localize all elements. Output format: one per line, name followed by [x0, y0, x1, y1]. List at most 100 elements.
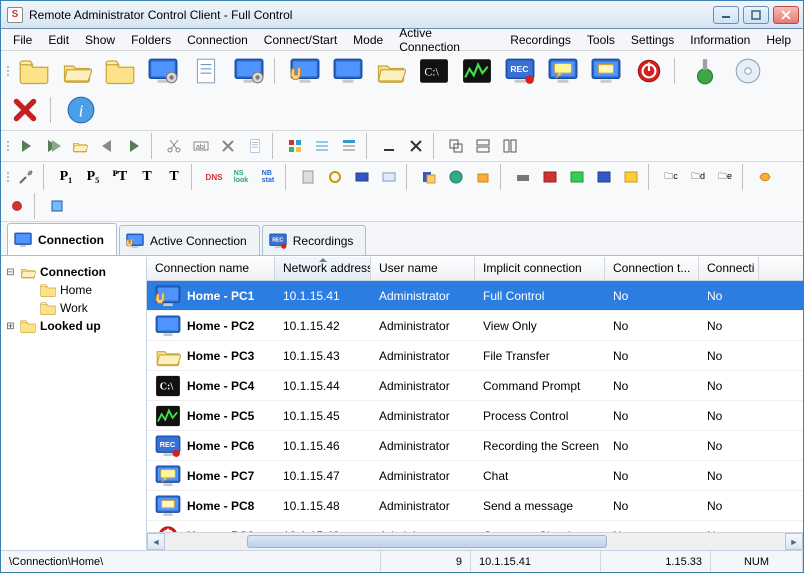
- prev-button[interactable]: [95, 134, 119, 158]
- col-header-connection-t-[interactable]: Connection t...: [605, 257, 699, 280]
- nbstat-button[interactable]: NBstat: [256, 165, 280, 189]
- process-control-button[interactable]: [457, 53, 497, 89]
- document-button[interactable]: [186, 53, 226, 89]
- table-row[interactable]: Home - PC310.1.15.43AdministratorFile Tr…: [147, 341, 803, 371]
- view-detail-button[interactable]: [337, 134, 361, 158]
- tab-active-connection[interactable]: Active Connection: [119, 225, 260, 255]
- tool-icon[interactable]: 🗀e: [713, 165, 737, 189]
- table-row[interactable]: Home - PC810.1.15.48AdministratorSend a …: [147, 491, 803, 521]
- tool-icon[interactable]: [592, 165, 616, 189]
- shutdown-button[interactable]: [629, 53, 669, 89]
- tool-icon[interactable]: [619, 165, 643, 189]
- col-header-implicit-connection[interactable]: Implicit connection: [475, 257, 605, 280]
- expander-icon[interactable]: ⊞: [5, 321, 16, 332]
- tab-connection[interactable]: Connection: [7, 223, 117, 255]
- tool-icon[interactable]: [471, 165, 495, 189]
- play-button[interactable]: [14, 134, 38, 158]
- menu-connection[interactable]: Connection: [179, 30, 256, 50]
- tool-icon[interactable]: [377, 165, 401, 189]
- file-transfer-button[interactable]: [371, 53, 411, 89]
- tree-node-work[interactable]: Work: [5, 299, 142, 317]
- p1-button[interactable]: P₁: [54, 165, 78, 189]
- tile-v-button[interactable]: [498, 134, 522, 158]
- close-button[interactable]: [773, 6, 799, 24]
- stop-button[interactable]: [685, 53, 725, 89]
- tool-icon[interactable]: [753, 165, 777, 189]
- scroll-thumb[interactable]: [247, 535, 607, 548]
- menu-tools[interactable]: Tools: [579, 30, 623, 50]
- col-header-connecti[interactable]: Connecti: [699, 257, 759, 280]
- cut-button[interactable]: [162, 134, 186, 158]
- play-all-button[interactable]: [41, 134, 65, 158]
- minimize-button[interactable]: [713, 6, 739, 24]
- view-list-button[interactable]: [310, 134, 334, 158]
- delete-button[interactable]: [5, 92, 45, 128]
- folder-new-button[interactable]: [14, 53, 54, 89]
- maximize-button[interactable]: [743, 6, 769, 24]
- menu-file[interactable]: File: [5, 30, 40, 50]
- x-small-button[interactable]: [404, 134, 428, 158]
- tree-node-home[interactable]: Home: [5, 281, 142, 299]
- scroll-right-icon[interactable]: ►: [785, 533, 803, 550]
- monitor-gear-button[interactable]: [143, 53, 183, 89]
- menu-help[interactable]: Help: [758, 30, 799, 50]
- table-row[interactable]: Home - PC910.1.15.49AdministratorCompute…: [147, 521, 803, 532]
- paste-button[interactable]: [243, 134, 267, 158]
- dns-button[interactable]: DNS: [202, 165, 226, 189]
- open-rec-button[interactable]: [68, 134, 92, 158]
- full-control-button[interactable]: [285, 53, 325, 89]
- settings-gear-button[interactable]: [229, 53, 269, 89]
- col-header-connection-name[interactable]: Connection name: [147, 257, 275, 280]
- p5-button[interactable]: P₅: [81, 165, 105, 189]
- table-row[interactable]: Home - PC410.1.15.44AdministratorCommand…: [147, 371, 803, 401]
- tree-node-looked-up[interactable]: ⊞Looked up: [5, 317, 142, 335]
- h-scrollbar[interactable]: ◄ ►: [147, 532, 803, 550]
- tab-recordings[interactable]: Recordings: [262, 225, 367, 255]
- send-msg-button[interactable]: [586, 53, 626, 89]
- tool-icon[interactable]: [323, 165, 347, 189]
- t2-button[interactable]: T: [162, 165, 186, 189]
- menu-edit[interactable]: Edit: [40, 30, 77, 50]
- record-screen-button[interactable]: [500, 53, 540, 89]
- tool-icon[interactable]: 🗀d: [686, 165, 710, 189]
- tool-icon[interactable]: [565, 165, 589, 189]
- view-large-button[interactable]: [283, 134, 307, 158]
- table-row[interactable]: Home - PC610.1.15.46AdministratorRecordi…: [147, 431, 803, 461]
- tool-icon[interactable]: [45, 194, 69, 218]
- table-row[interactable]: Home - PC710.1.15.47AdministratorChatNoN…: [147, 461, 803, 491]
- col-header-network-address[interactable]: Network address: [275, 257, 371, 280]
- tools-button[interactable]: [14, 165, 38, 189]
- table-row[interactable]: Home - PC110.1.15.41AdministratorFull Co…: [147, 281, 803, 311]
- view-only-button[interactable]: [328, 53, 368, 89]
- next-button[interactable]: [122, 134, 146, 158]
- menu-information[interactable]: Information: [682, 30, 758, 50]
- menu-mode[interactable]: Mode: [345, 30, 391, 50]
- folder-open-button[interactable]: [57, 53, 97, 89]
- delete-x-button[interactable]: [216, 134, 240, 158]
- nslook-button[interactable]: NSlook: [229, 165, 253, 189]
- menu-settings[interactable]: Settings: [623, 30, 682, 50]
- table-row[interactable]: Home - PC510.1.15.45AdministratorProcess…: [147, 401, 803, 431]
- tool-icon[interactable]: [444, 165, 468, 189]
- cascade-button[interactable]: [444, 134, 468, 158]
- min-small-button[interactable]: [377, 134, 401, 158]
- tool-icon[interactable]: [296, 165, 320, 189]
- tree-node-connection[interactable]: ⊟Connection: [5, 263, 142, 281]
- col-header-user-name[interactable]: User name: [371, 257, 475, 280]
- tool-icon[interactable]: [511, 165, 535, 189]
- menu-recordings[interactable]: Recordings: [502, 30, 579, 50]
- tool-icon[interactable]: [5, 194, 29, 218]
- pt-button[interactable]: ᴾT: [108, 165, 132, 189]
- scroll-left-icon[interactable]: ◄: [147, 533, 165, 550]
- disc-button[interactable]: [728, 53, 768, 89]
- menu-show[interactable]: Show: [77, 30, 123, 50]
- expander-icon[interactable]: ⊟: [5, 267, 16, 278]
- table-row[interactable]: Home - PC210.1.15.42AdministratorView On…: [147, 311, 803, 341]
- textfield-button[interactable]: ab|: [189, 134, 213, 158]
- tool-icon[interactable]: [417, 165, 441, 189]
- chat-button[interactable]: [543, 53, 583, 89]
- menu-folders[interactable]: Folders: [123, 30, 179, 50]
- tool-icon[interactable]: [538, 165, 562, 189]
- info-button[interactable]: [61, 92, 101, 128]
- tool-icon[interactable]: [350, 165, 374, 189]
